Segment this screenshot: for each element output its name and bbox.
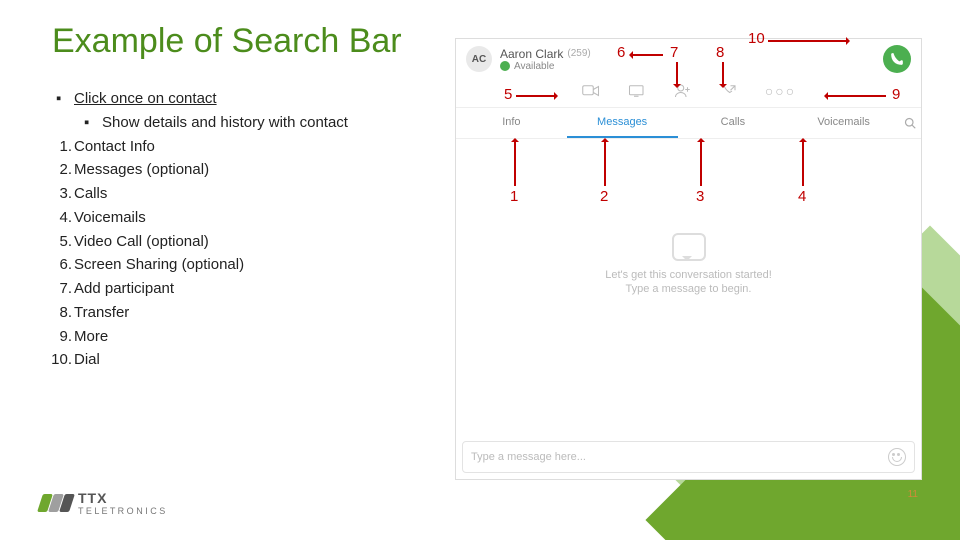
more-button[interactable]: ○○○ — [765, 83, 796, 99]
avatar: AC — [466, 46, 492, 72]
screen-share-button[interactable] — [627, 83, 647, 99]
screen-icon — [628, 83, 646, 99]
search-button[interactable] — [899, 108, 921, 138]
phone-icon — [890, 52, 904, 66]
search-icon — [904, 117, 916, 129]
video-call-button[interactable] — [581, 83, 601, 99]
speech-bubble-icon — [672, 233, 706, 261]
emoji-icon[interactable] — [888, 448, 906, 466]
footer-logo: TTX T E L E T R O N I C S — [40, 490, 165, 516]
li-dial: Dial — [74, 349, 348, 371]
li-calls: Calls — [74, 183, 348, 205]
callout-3: 3 — [696, 188, 704, 205]
li-video-call: Video Call (optional) — [74, 231, 348, 253]
contact-ext: (259) — [567, 48, 590, 59]
bullet-click-once: Click once on contact — [74, 88, 348, 110]
callout-9: 9 — [892, 86, 900, 103]
contact-panel: AC Aaron Clark (259) Available ○○○ Info M… — [455, 38, 922, 480]
arrow-4 — [802, 140, 804, 186]
logo-mark-icon — [40, 494, 72, 512]
convo-line-1: Let's get this conversation started! — [605, 269, 772, 281]
message-placeholder: Type a message here... — [471, 451, 586, 463]
li-screen-sharing: Screen Sharing (optional) — [74, 254, 348, 276]
convo-line-2: Type a message to begin. — [626, 283, 752, 295]
arrow-2 — [604, 140, 606, 186]
li-voicemails: Voicemails — [74, 207, 348, 229]
arrow-5 — [516, 95, 556, 97]
message-input[interactable]: Type a message here... — [462, 441, 915, 473]
callout-1: 1 — [510, 188, 518, 205]
callout-7: 7 — [670, 44, 678, 61]
bullet-show-details: Show details and history with contact — [102, 112, 348, 134]
brand-text: T E L E T R O N I C S — [78, 506, 165, 516]
li-contact-info: Contact Info — [74, 136, 348, 158]
li-transfer: Transfer — [74, 302, 348, 324]
arrow-3 — [700, 140, 702, 186]
li-more: More — [74, 326, 348, 348]
slide-title: Example of Search Bar — [52, 22, 402, 61]
action-row: ○○○ — [456, 77, 921, 108]
page-number: 11 — [908, 489, 918, 500]
dial-button[interactable] — [883, 45, 911, 73]
arrow-9 — [826, 95, 886, 97]
callout-8: 8 — [716, 44, 724, 61]
tab-messages[interactable]: Messages — [567, 108, 678, 138]
callout-10: 10 — [748, 30, 765, 47]
contact-name: Aaron Clark — [500, 47, 563, 61]
content-bullets: Click once on contact Show details and h… — [52, 88, 348, 373]
arrow-6 — [631, 54, 663, 56]
callout-4: 4 — [798, 188, 806, 205]
arrow-8 — [722, 62, 724, 86]
conversation-area: Let's get this conversation started! Typ… — [456, 139, 921, 389]
tab-bar: Info Messages Calls Voicemails — [456, 108, 921, 139]
arrow-10 — [768, 40, 848, 42]
numbered-list: Contact Info Messages (optional) Calls V… — [52, 136, 348, 372]
callout-2: 2 — [600, 188, 608, 205]
arrow-1 — [514, 140, 516, 186]
li-messages: Messages (optional) — [74, 159, 348, 181]
arrow-7 — [676, 62, 678, 86]
presence-dot-icon — [500, 61, 510, 71]
status-text: Available — [514, 61, 554, 72]
video-icon — [582, 83, 600, 99]
callout-5: 5 — [504, 86, 512, 103]
li-add-participant: Add participant — [74, 278, 348, 300]
tab-calls[interactable]: Calls — [678, 108, 789, 138]
